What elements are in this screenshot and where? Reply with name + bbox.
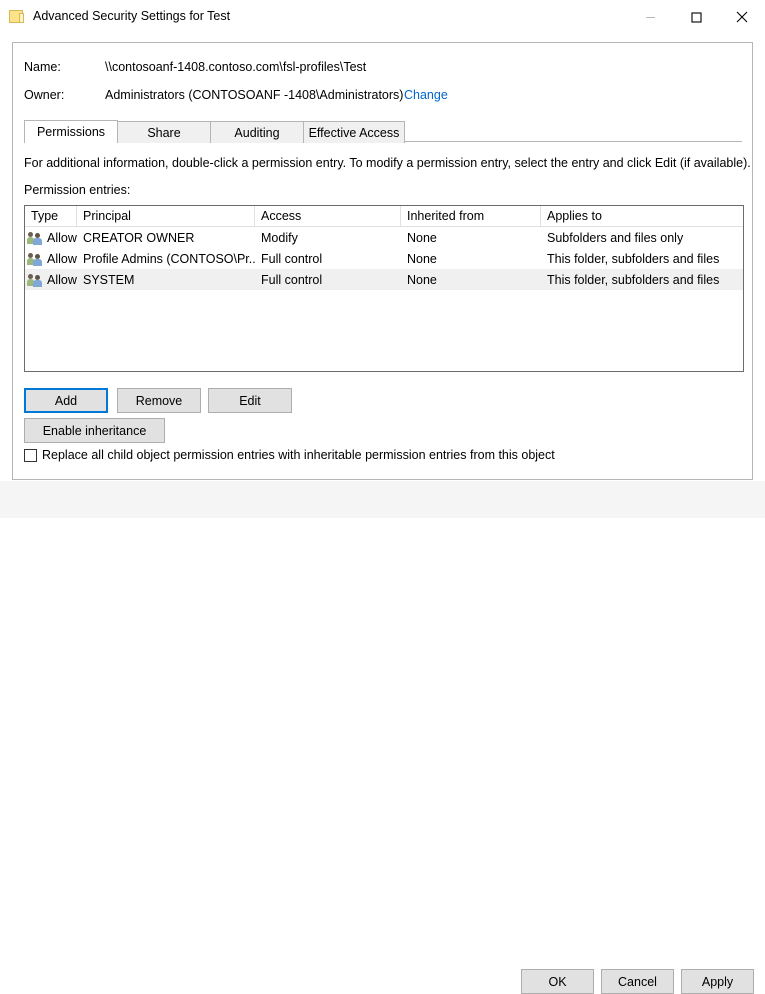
name-value: \\contosoanf-1408.contoso.com\fsl-profil… — [105, 60, 366, 74]
table-row[interactable]: Allow Profile Admins (CONTOSO\Pr... Full… — [25, 248, 743, 269]
tab-strip: Permissions Share Auditing Effective Acc… — [24, 119, 404, 143]
cell-principal: CREATOR OWNER — [77, 231, 255, 245]
cell-inherited-from: None — [401, 252, 541, 266]
users-icon — [27, 273, 43, 287]
edit-button[interactable]: Edit — [208, 388, 292, 413]
name-label: Name: — [24, 60, 61, 74]
window-controls — [627, 0, 765, 34]
cancel-button[interactable]: Cancel — [601, 969, 674, 994]
tab-auditing[interactable]: Auditing — [210, 121, 304, 143]
cell-type-label: Allow — [47, 231, 77, 245]
enable-inheritance-button[interactable]: Enable inheritance — [24, 418, 165, 443]
maximize-icon[interactable] — [673, 0, 719, 34]
cell-inherited-from: None — [401, 273, 541, 287]
selected-tab-mask — [25, 141, 117, 142]
tab-share[interactable]: Share — [117, 121, 211, 143]
cell-type-label: Allow — [47, 252, 77, 266]
table-row[interactable]: Allow CREATOR OWNER Modify None Subfolde… — [25, 227, 743, 248]
cell-type: Allow — [25, 252, 77, 266]
cell-access: Modify — [255, 231, 401, 245]
column-header-principal[interactable]: Principal — [77, 206, 255, 226]
cell-type: Allow — [25, 273, 77, 287]
cell-applies-to: This folder, subfolders and files — [541, 252, 743, 266]
change-owner-link[interactable]: Change — [404, 88, 448, 102]
cell-applies-to: This folder, subfolders and files — [541, 273, 743, 287]
column-header-inherited-from[interactable]: Inherited from — [401, 206, 541, 226]
tab-permissions[interactable]: Permissions — [24, 120, 118, 143]
minimize-icon[interactable] — [627, 0, 673, 34]
list-header-row: Type Principal Access Inherited from App… — [25, 206, 743, 227]
cell-access: Full control — [255, 252, 401, 266]
column-header-applies-to[interactable]: Applies to — [541, 206, 743, 226]
users-icon — [27, 252, 43, 266]
dialog-footer: OK Cancel Apply — [0, 481, 765, 518]
users-icon — [27, 231, 43, 245]
tab-permissions-label: Permissions — [37, 125, 105, 139]
table-row[interactable]: Allow SYSTEM Full control None This fold… — [25, 269, 743, 290]
info-text: For additional information, double-click… — [24, 156, 751, 170]
cell-access: Full control — [255, 273, 401, 287]
folder-icon — [9, 9, 25, 24]
ok-button[interactable]: OK — [521, 969, 594, 994]
tab-effective-access-label: Effective Access — [309, 126, 400, 140]
apply-button[interactable]: Apply — [681, 969, 754, 994]
replace-child-permissions-label: Replace all child object permission entr… — [42, 448, 555, 462]
cell-type-label: Allow — [47, 273, 77, 287]
column-header-access[interactable]: Access — [255, 206, 401, 226]
permission-entries-label: Permission entries: — [24, 183, 130, 197]
tab-effective-access[interactable]: Effective Access — [303, 121, 405, 143]
dialog-panel: Name: \\contosoanf-1408.contoso.com\fsl-… — [12, 42, 753, 480]
cell-principal: SYSTEM — [77, 273, 255, 287]
replace-child-permissions-checkbox[interactable] — [24, 449, 37, 462]
column-header-type[interactable]: Type — [25, 206, 77, 226]
tab-share-label: Share — [147, 126, 180, 140]
permission-entries-list[interactable]: Type Principal Access Inherited from App… — [24, 205, 744, 372]
cell-principal: Profile Admins (CONTOSO\Pr... — [77, 252, 255, 266]
replace-child-permissions-row[interactable]: Replace all child object permission entr… — [24, 448, 555, 462]
cell-applies-to: Subfolders and files only — [541, 231, 743, 245]
title-bar: Advanced Security Settings for Test — [0, 0, 765, 34]
cell-type: Allow — [25, 231, 77, 245]
owner-value: Administrators (CONTOSOANF -1408\Adminis… — [105, 88, 403, 102]
window-title: Advanced Security Settings for Test — [33, 9, 230, 23]
remove-button[interactable]: Remove — [117, 388, 201, 413]
owner-label: Owner: — [24, 88, 64, 102]
cell-inherited-from: None — [401, 231, 541, 245]
tab-auditing-label: Auditing — [234, 126, 279, 140]
add-button[interactable]: Add — [24, 388, 108, 413]
close-icon[interactable] — [719, 0, 765, 34]
